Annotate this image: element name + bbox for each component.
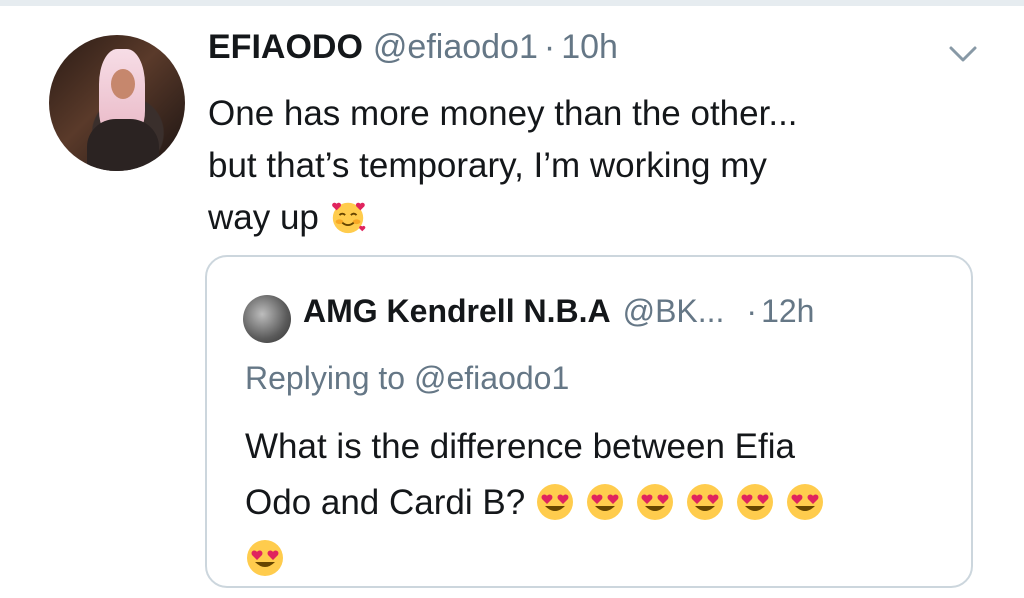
quoted-time[interactable]: 12h (761, 293, 814, 330)
heart-eyes-icon (736, 484, 773, 520)
heart-eyes-icon (786, 484, 823, 520)
replying-to[interactable]: Replying to @efiaodo1 (245, 360, 569, 397)
heart-eyes-icon (686, 484, 723, 520)
author-handle[interactable]: @efiaodo1 (373, 28, 538, 67)
quoted-author-name[interactable]: AMG Kendrell N.B.A (303, 293, 611, 330)
tweet-text: One has more money than the other... but… (208, 88, 948, 244)
quoted-text: What is the difference between Efia Odo … (245, 419, 945, 587)
quoted-header: AMG Kendrell N.B.A @BK... · 12h (303, 293, 814, 330)
top-divider (0, 0, 1024, 6)
quoted-author-handle[interactable]: @BK... (623, 293, 725, 330)
heart-eyes-icon (636, 484, 673, 520)
tweet-text-line: but that’s temporary, I’m working my (208, 146, 767, 185)
heart-eyes-icon (247, 540, 283, 576)
tweet-header: EFIAODO @efiaodo1 · 10h (208, 28, 618, 80)
avatar-face (111, 69, 135, 99)
quoted-text-line-2: Odo and Cardi B? (245, 483, 526, 522)
chevron-down-icon[interactable] (947, 40, 979, 68)
heart-eyes-icon (536, 484, 573, 520)
tweet-text-line-3: way up (208, 198, 319, 237)
tweet-text-line: way up (208, 192, 948, 244)
avatar-body (87, 119, 159, 171)
avatar[interactable] (49, 35, 185, 171)
quoted-tweet[interactable]: AMG Kendrell N.B.A @BK... · 12h Replying… (205, 255, 973, 588)
quoted-text-line: What is the difference between Efia (245, 427, 795, 466)
smiling-face-with-hearts-icon (331, 202, 365, 234)
heart-eyes-icon (586, 484, 623, 520)
separator-dot: · (746, 293, 758, 329)
quoted-text-line: Odo and Cardi B? (245, 475, 945, 587)
quoted-avatar[interactable] (243, 295, 291, 343)
tweet-time[interactable]: 10h (561, 28, 618, 67)
tweet-text-line: One has more money than the other... (208, 94, 798, 133)
separator-dot: · (543, 28, 556, 66)
author-name[interactable]: EFIAODO (208, 28, 363, 67)
